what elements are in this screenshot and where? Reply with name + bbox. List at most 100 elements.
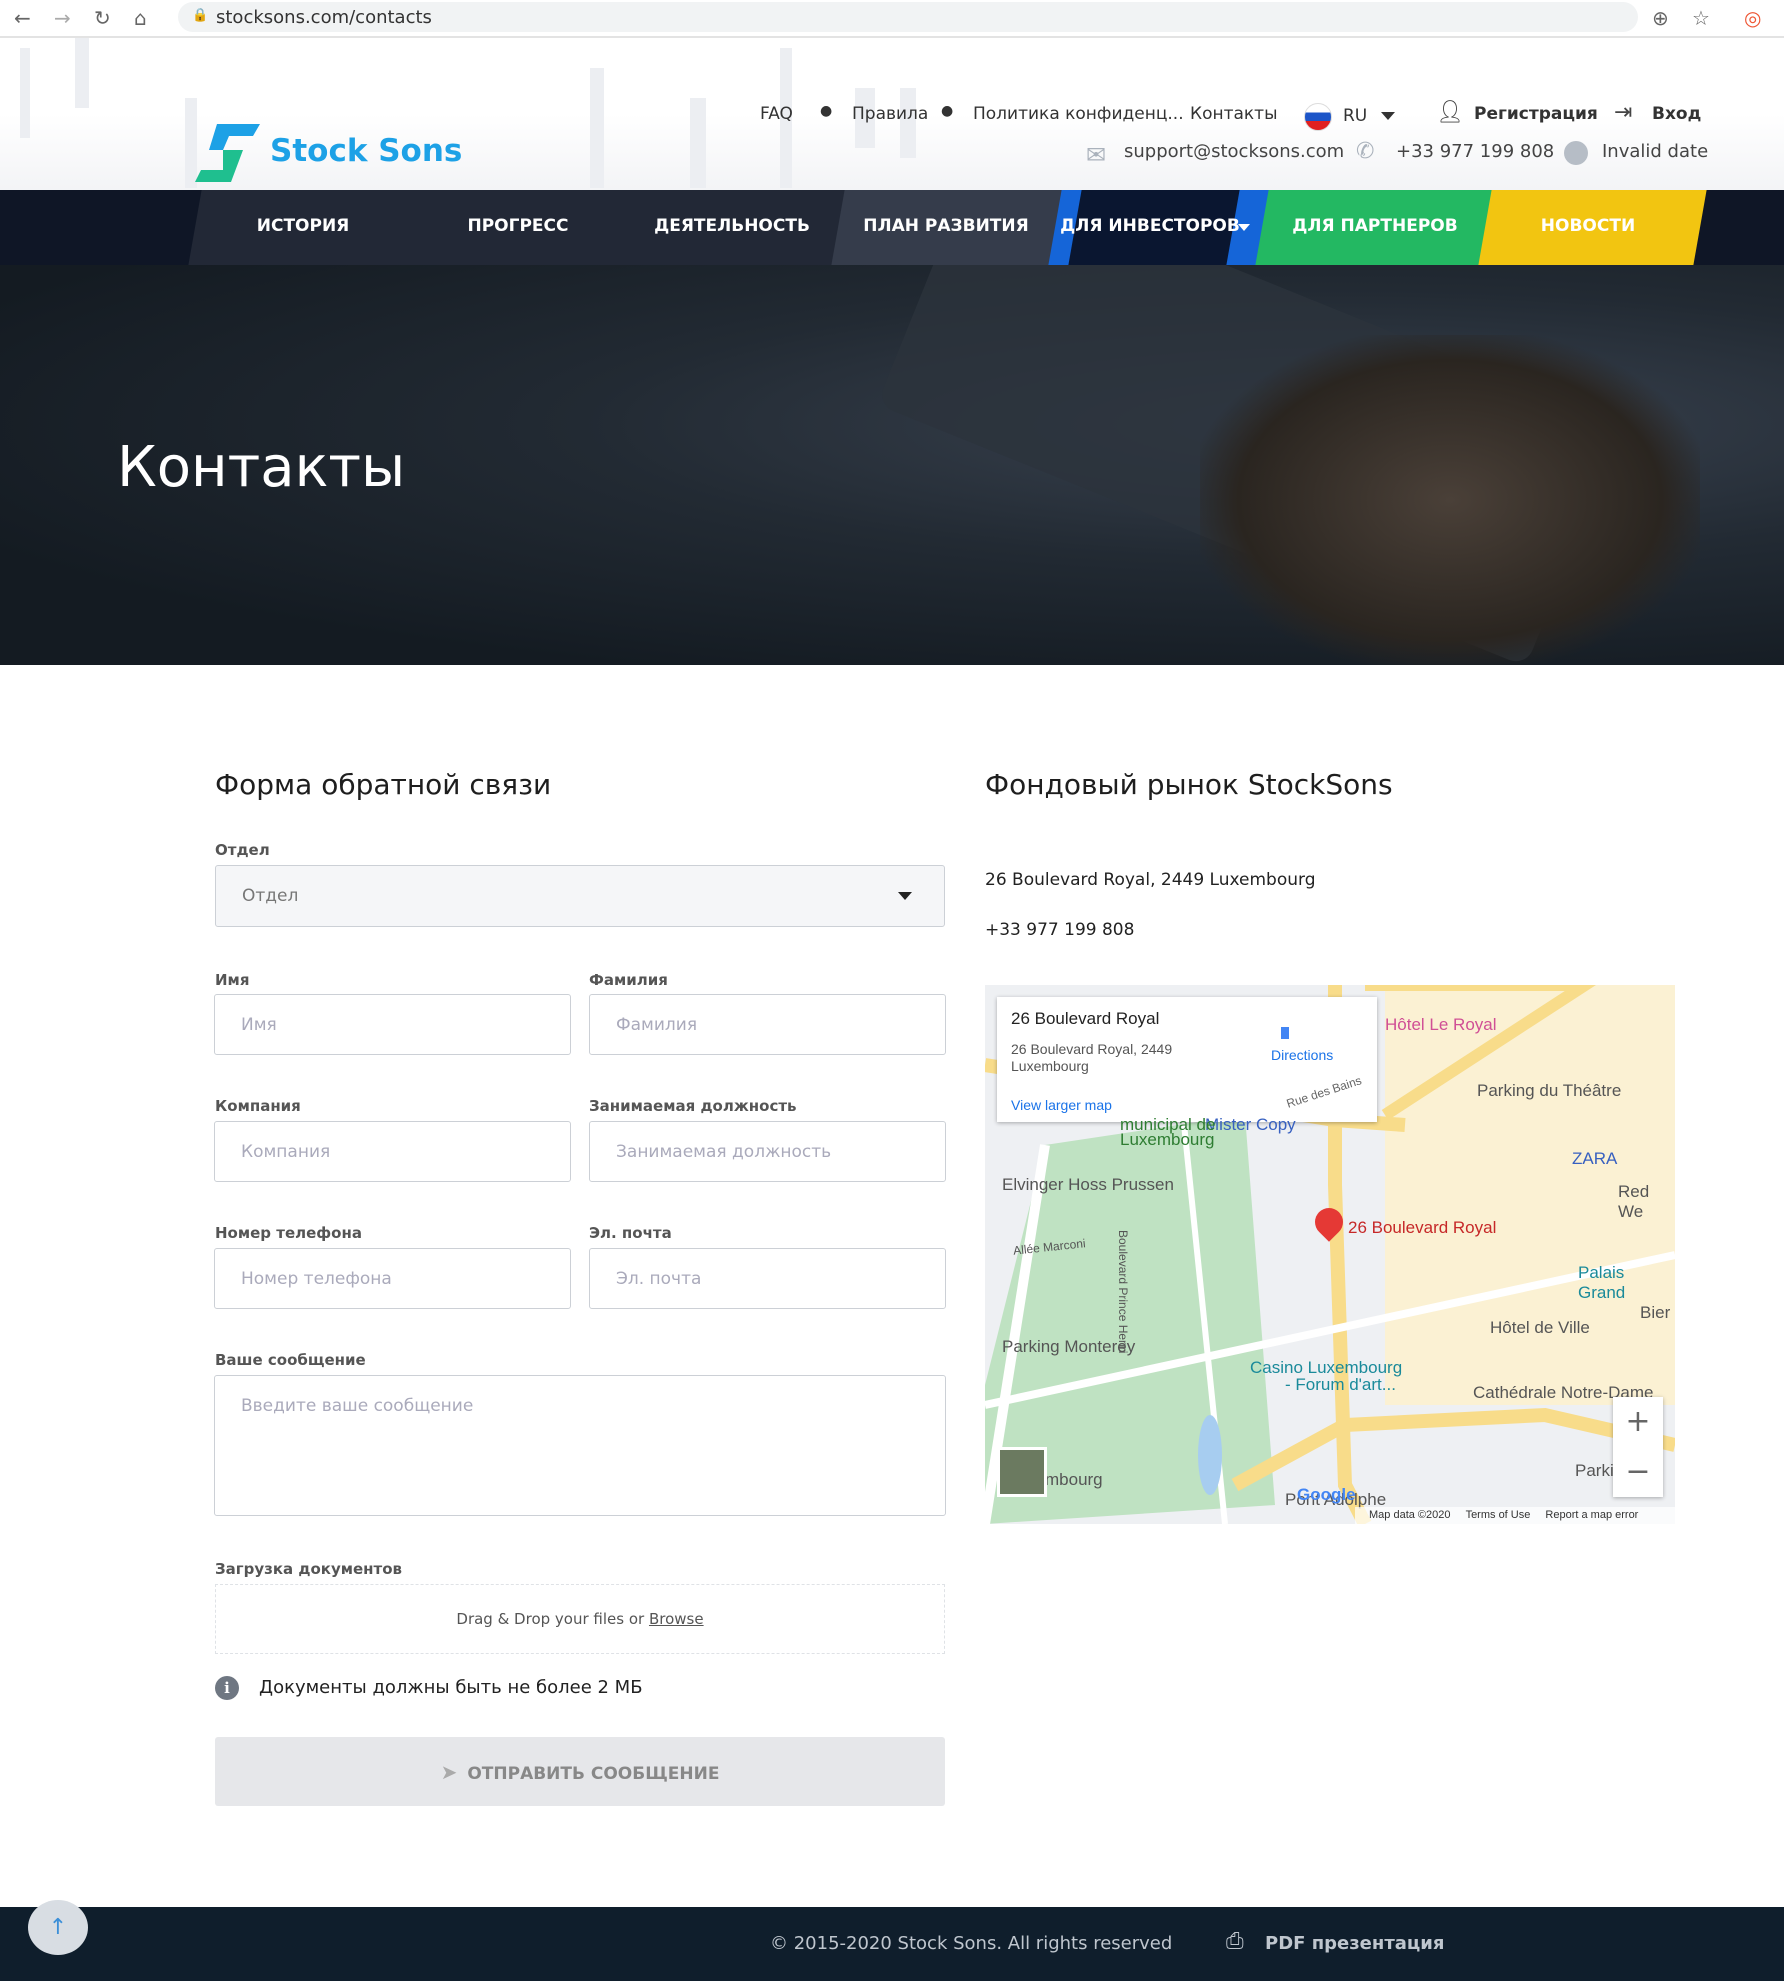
mail-icon: ✉ xyxy=(1086,141,1107,169)
browse-link[interactable]: Browse xyxy=(649,1610,704,1628)
privacy-link[interactable]: Политика конфиденц... xyxy=(973,104,1184,124)
last-name-input[interactable]: Фамилия xyxy=(589,994,946,1055)
card-address: 26 Boulevard Royal, 2449 xyxy=(1011,1041,1173,1057)
form-title: Форма обратной связи xyxy=(215,768,552,801)
zoom-out-button[interactable]: − xyxy=(1613,1447,1663,1497)
map-label: Palais Grand xyxy=(1578,1263,1626,1302)
office-address: 26 Boulevard Royal, 2449 Luxembourg xyxy=(985,870,1316,890)
upload-label: Загрузка документов xyxy=(215,1560,403,1578)
file-dropzone[interactable]: Drag & Drop your files or Browse xyxy=(215,1584,945,1654)
first-name-input[interactable]: Имя xyxy=(214,994,571,1055)
company-input[interactable]: Компания xyxy=(214,1121,571,1182)
extension-icon[interactable]: ◎ xyxy=(1744,6,1761,30)
google-map[interactable]: 26 Boulevard Royal 26 Boulevard Royal, 2… xyxy=(985,985,1675,1524)
add-icon[interactable]: ⊕ xyxy=(1652,6,1669,30)
clock-icon xyxy=(1564,141,1588,165)
view-larger-map-link[interactable]: View larger map xyxy=(1011,1097,1112,1113)
submit-button[interactable]: ➤ ОТПРАВИТЬ СООБЩЕНИЕ xyxy=(215,1737,945,1806)
language-selector[interactable]: RU xyxy=(1343,106,1367,126)
map-label: Parking Monterey xyxy=(1002,1337,1136,1356)
paper-plane-icon: ➤ xyxy=(440,1760,458,1784)
first-name-label: Имя xyxy=(215,971,250,989)
office-phone: +33 977 199 808 xyxy=(985,920,1135,940)
page-title: Контакты xyxy=(117,435,406,500)
map-label: Hôtel de Ville xyxy=(1490,1318,1590,1337)
terms-link[interactable]: Terms of Use xyxy=(1466,1509,1531,1521)
pdf-link[interactable]: PDF презентация xyxy=(1265,1933,1444,1954)
zoom-controls: + − xyxy=(1613,1397,1663,1497)
address-bar[interactable]: 🔒 stocksons.com/contacts xyxy=(178,2,1638,32)
zoom-in-button[interactable]: + xyxy=(1613,1397,1663,1447)
map-attribution: Map data ©2020 Terms of Use Report a map… xyxy=(1355,1507,1675,1524)
map-info-card: 26 Boulevard Royal 26 Boulevard Royal, 2… xyxy=(997,997,1377,1122)
nav-activity[interactable]: ДЕЯТЕЛЬНОСТЬ xyxy=(632,216,832,236)
nav-partners[interactable]: ДЛЯ ПАРТНЕРОВ xyxy=(1275,216,1475,236)
current-date: Invalid date xyxy=(1602,141,1709,162)
chevron-down-icon[interactable] xyxy=(1238,224,1250,231)
nav-progress[interactable]: ПРОГРЕСС xyxy=(418,216,618,236)
logo-icon[interactable] xyxy=(195,124,260,182)
card-title: 26 Boulevard Royal xyxy=(1011,1009,1160,1028)
forward-icon[interactable]: → xyxy=(54,6,71,30)
message-label: Ваше сообщение xyxy=(215,1351,366,1369)
login-link[interactable]: Вход xyxy=(1652,104,1701,124)
google-logo: Google xyxy=(1297,1485,1356,1504)
chevron-down-icon[interactable] xyxy=(1381,112,1395,120)
nav-news[interactable]: НОВОСТИ xyxy=(1488,216,1688,236)
dropzone-text: Drag & Drop your files or xyxy=(456,1610,645,1628)
user-icon: 👤︎ xyxy=(1436,100,1464,125)
phone-input[interactable]: Номер телефона xyxy=(214,1248,571,1309)
reload-icon[interactable]: ↻ xyxy=(94,6,111,30)
pdf-icon: ⎙ xyxy=(1226,1929,1244,1954)
map-label: Red We xyxy=(1618,1182,1650,1221)
faq-link[interactable]: FAQ xyxy=(760,104,793,124)
star-icon[interactable]: ☆ xyxy=(1692,6,1710,30)
support-email[interactable]: support@stocksons.com xyxy=(1124,141,1344,162)
rules-link[interactable]: Правила xyxy=(852,104,928,124)
map-label: Mister Copy xyxy=(1205,1115,1296,1134)
main-nav: ИСТОРИЯ ПРОГРЕСС ДЕЯТЕЛЬНОСТЬ ПЛАН РАЗВИ… xyxy=(0,190,1784,265)
contacts-link[interactable]: Контакты xyxy=(1190,104,1278,124)
logo-text[interactable]: Stock Sons xyxy=(270,133,462,169)
nav-investors[interactable]: ДЛЯ ИНВЕСТОРОВ xyxy=(1060,216,1240,236)
browser-toolbar: ← → ↻ ⌂ 🔒 stocksons.com/contacts ⊕ ☆ ◎ xyxy=(0,0,1784,38)
nav-history[interactable]: ИСТОРИЯ xyxy=(203,216,403,236)
url-text: stocksons.com/contacts xyxy=(216,7,432,28)
russia-flag-icon[interactable] xyxy=(1304,103,1332,131)
back-icon[interactable]: ← xyxy=(14,6,31,30)
home-icon[interactable]: ⌂ xyxy=(134,6,147,30)
satellite-toggle[interactable] xyxy=(997,1447,1047,1497)
department-value: Отдел xyxy=(242,886,299,906)
directions-icon[interactable] xyxy=(1281,1027,1289,1039)
map-label: Bier xyxy=(1640,1303,1671,1322)
map-label: Parking du Théâtre xyxy=(1477,1081,1622,1100)
map-label: Luxembourg xyxy=(1120,1130,1215,1149)
arrow-up-icon: ↑ xyxy=(48,1915,68,1940)
card-address-city: Luxembourg xyxy=(1011,1058,1089,1074)
nav-roadmap[interactable]: ПЛАН РАЗВИТИЯ xyxy=(846,216,1046,236)
login-icon: ⇥ xyxy=(1614,100,1633,125)
message-textarea[interactable]: Введите ваше сообщение xyxy=(214,1375,946,1516)
lock-icon: 🔒 xyxy=(192,8,209,23)
report-link[interactable]: Report a map error xyxy=(1545,1509,1638,1521)
phone-icon: ✆ xyxy=(1356,139,1375,164)
map-label: - Forum d'art... xyxy=(1285,1375,1396,1394)
register-link[interactable]: Регистрация xyxy=(1474,104,1598,124)
phone-label: Номер телефона xyxy=(215,1224,362,1242)
department-select[interactable]: Отдел xyxy=(215,865,945,927)
site-footer: © 2015-2020 Stock Sons. All rights reser… xyxy=(0,1907,1784,1981)
chevron-down-icon xyxy=(898,892,912,900)
position-input[interactable]: Занимаемая должность xyxy=(589,1121,946,1182)
directions-link[interactable]: Directions xyxy=(1271,1047,1333,1063)
info-icon: i xyxy=(215,1676,239,1700)
submit-label: ОТПРАВИТЬ СООБЩЕНИЕ xyxy=(467,1764,720,1784)
department-label: Отдел xyxy=(215,841,270,859)
info-title: Фондовый рынок StockSons xyxy=(985,768,1393,801)
email-input[interactable]: Эл. почта xyxy=(589,1248,946,1309)
company-label: Компания xyxy=(215,1097,301,1115)
email-label: Эл. почта xyxy=(589,1224,672,1242)
map-label: Boulevard Prince Henri xyxy=(1116,1230,1130,1354)
support-phone[interactable]: +33 977 199 808 xyxy=(1396,141,1554,162)
scroll-to-top-button[interactable]: ↑ xyxy=(28,1900,88,1955)
map-label: Hôtel Le Royal xyxy=(1385,1015,1497,1034)
